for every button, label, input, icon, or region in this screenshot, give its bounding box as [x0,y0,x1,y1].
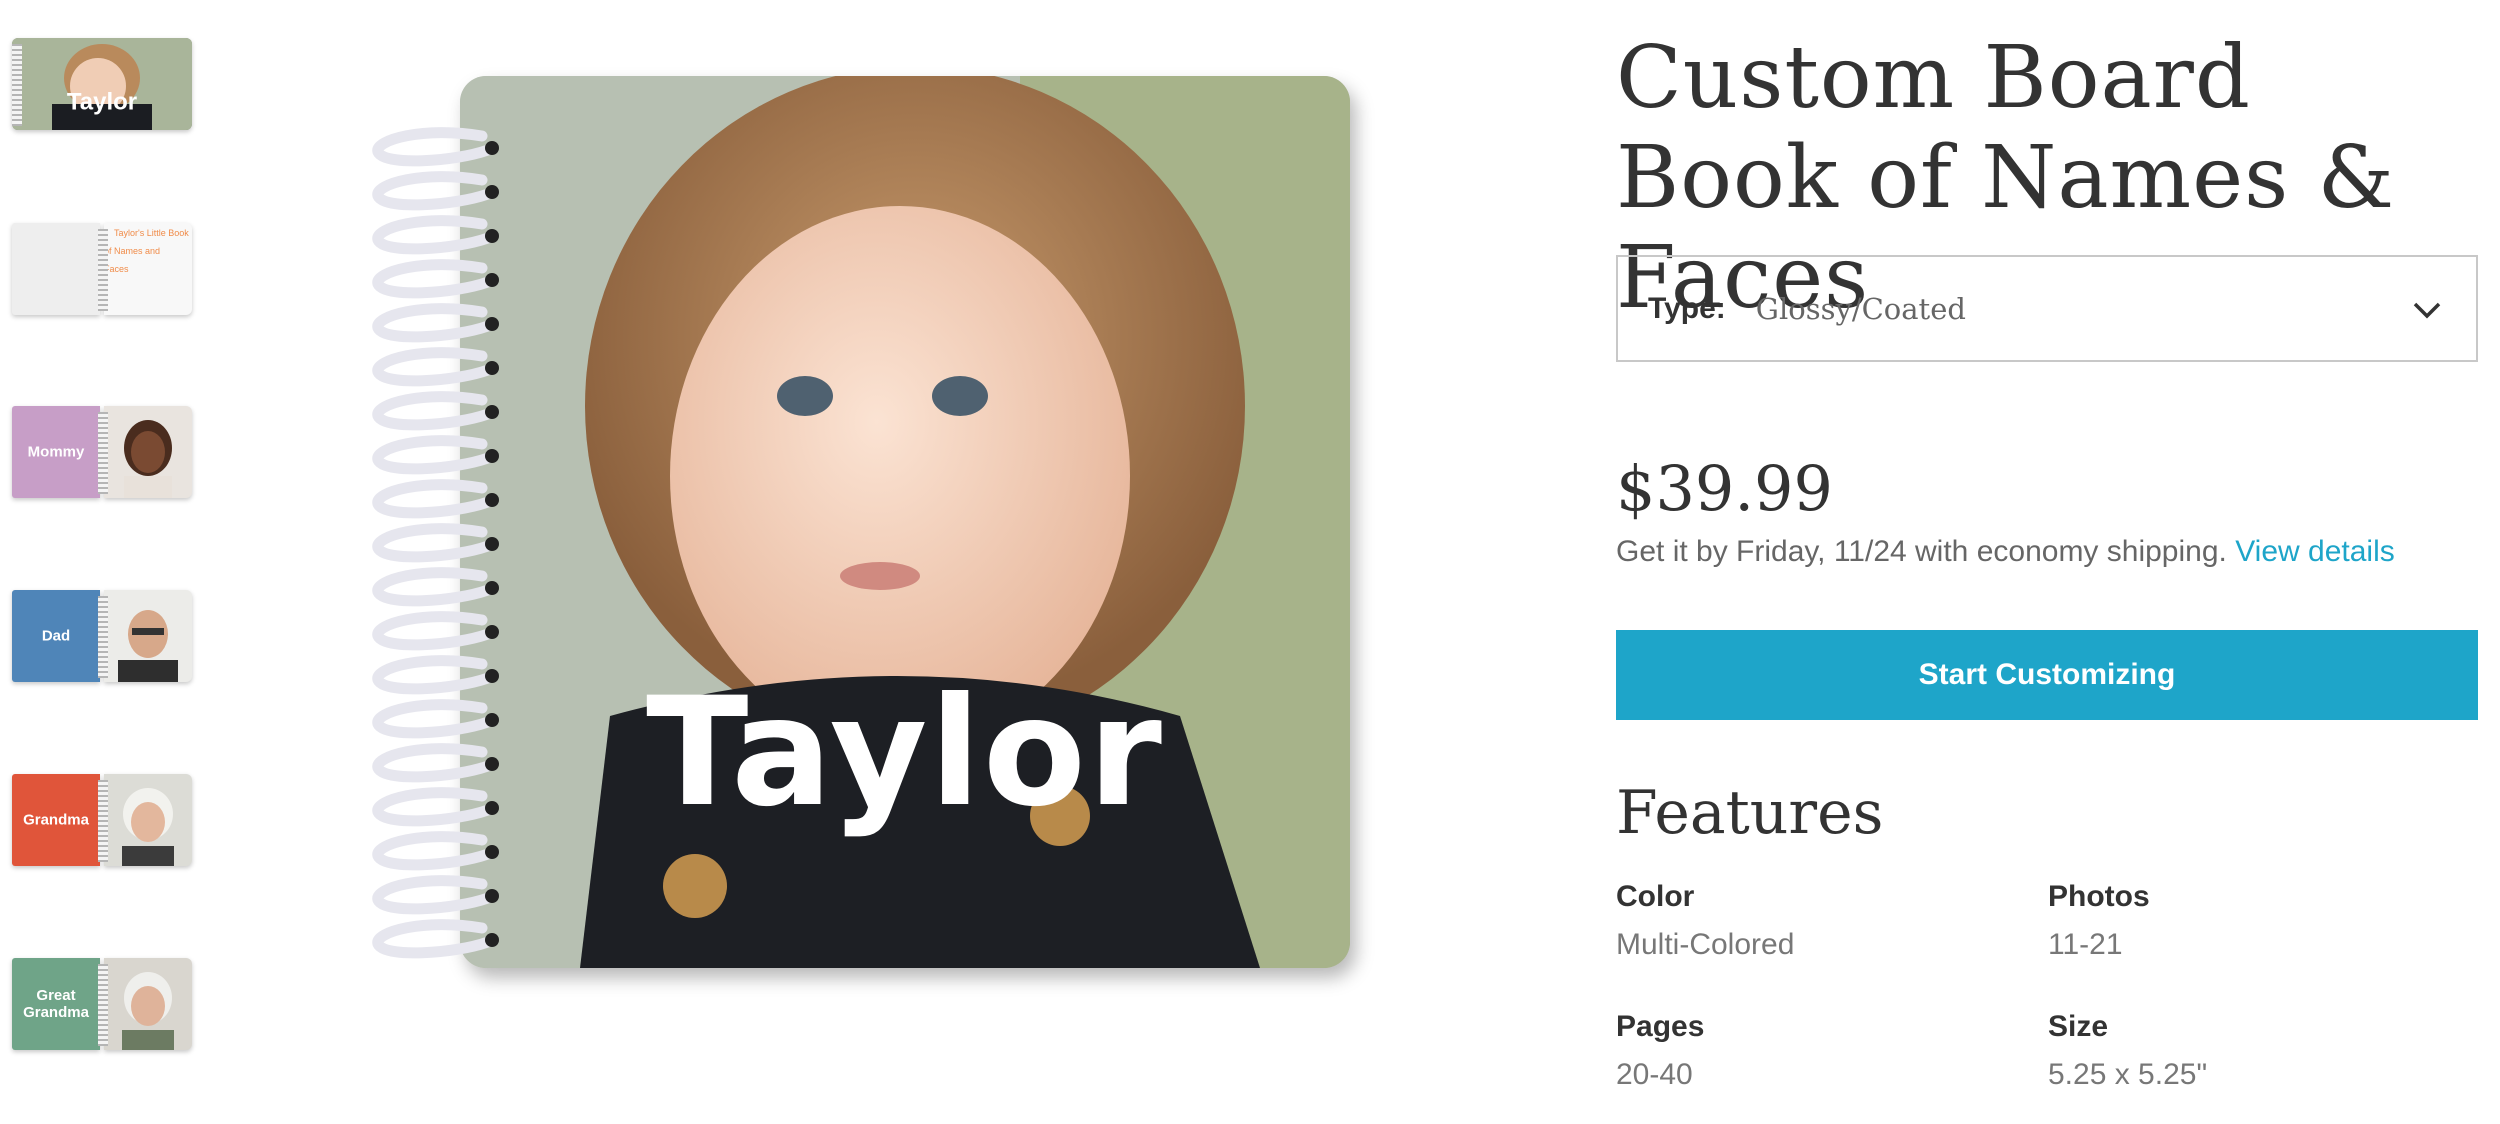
feature-color: Color Multi-Colored [1616,880,2036,962]
spiral-loop [372,831,494,871]
blank-page [12,223,100,315]
type-dropdown[interactable]: Type: Glossy/Coated [1616,255,2478,362]
spiral-binding [98,964,108,1046]
feature-key: Size [2048,1010,2109,1043]
spiral-loop [372,391,494,431]
spiral-loop [372,171,494,211]
shipping-text: Get it by Friday, 11/24 with economy shi… [1616,535,2227,568]
feature-value: 20-40 [1616,1058,1693,1091]
spiral-binding [372,127,499,959]
feature-key: Pages [1616,1010,1705,1043]
feature-key: Photos [2048,880,2150,913]
great-grandma-photo [122,972,174,1050]
spiral-loop [372,479,494,519]
feature-key: Color [1616,880,1695,913]
binding-hole [485,141,499,155]
thumbnail-label: Dad [41,627,71,645]
binding-hole [485,185,499,199]
photo-page [104,406,192,498]
feature-value: 5.25 x 5.25" [2048,1058,2208,1091]
binding-hole [485,537,499,551]
thumbnail-mommy[interactable]: Mommy [12,406,197,501]
feature-value: Multi-Colored [1616,928,1795,961]
binding-hole [485,229,499,243]
feature-value: 11-21 [2048,928,2123,961]
chevron-down-icon [2413,302,2441,319]
spiral-loop [372,875,494,915]
binding-hole [485,493,499,507]
spiral-binding [98,780,108,862]
binding-hole [485,889,499,903]
grandma-photo [122,788,174,866]
thumbnail-label: Taylor [66,88,138,116]
spiral-loop [372,259,494,299]
type-label: Type: [1648,291,1726,325]
type-value: Glossy/Coated [1755,291,1966,326]
label-page: Grandma [12,774,100,866]
man-photo [118,610,178,682]
thumbnail-cover[interactable]: Taylor [12,38,197,133]
title-page-text: Taylor's Little Book of Names and Faces [104,228,189,274]
price: $39.99 [1616,452,1833,525]
spiral-binding [12,44,22,126]
spiral-loop [372,743,494,783]
cover-name: Taylor [646,666,1164,840]
spiral-binding [98,596,108,678]
binding-hole [485,449,499,463]
start-customizing-button[interactable]: Start Customizing [1616,630,2478,720]
thumbnail-dad[interactable]: Dad [12,590,197,685]
label-page: Dad [12,590,100,682]
spiral-loop [372,435,494,475]
thumbnail-grandma[interactable]: Grandma [12,774,197,869]
woman-photo [124,420,172,498]
binding-hole [485,713,499,727]
spiral-loop [372,347,494,387]
feature-photos: Photos 11-21 [2048,880,2468,962]
photo-page [104,958,192,1050]
thumbnail-great-grandma[interactable]: Great Grandma [12,958,197,1053]
binding-hole [485,361,499,375]
product-image: Taylor [364,76,1364,996]
spiral-loop [372,655,494,695]
spiral-loop [372,611,494,651]
feature-size: Size 5.25 x 5.25" [2048,1010,2468,1092]
binding-hole [485,273,499,287]
shipping-info: Get it by Friday, 11/24 with economy shi… [1616,535,2395,569]
binding-hole [485,669,499,683]
spiral-binding [98,229,108,311]
binding-hole [485,757,499,771]
spiral-loop [372,215,494,255]
feature-pages: Pages 20-40 [1616,1010,2036,1092]
title-page: Taylor's Little Book of Names and Faces [104,223,192,315]
binding-hole [485,933,499,947]
spiral-loop [372,699,494,739]
thumbnail-label: Great Grandma [23,987,89,1021]
thumbnail-image: Taylor [12,38,192,130]
spiral-loop [372,567,494,607]
features-heading: Features [1616,778,1884,848]
thumbnail-label: Mommy [27,443,85,461]
photo-page [104,590,192,682]
thumbnail-title-page[interactable]: Taylor's Little Book of Names and Faces [12,223,197,318]
label-page: Mommy [12,406,100,498]
binding-hole [485,317,499,331]
binding-hole [485,845,499,859]
spiral-loop [372,523,494,563]
child-photo [12,38,192,130]
binding-hole [485,581,499,595]
spiral-binding [98,412,108,494]
view-details-link[interactable]: View details [2235,535,2395,568]
spiral-loop [372,919,494,959]
spiral-loop [372,127,494,167]
binding-hole [485,625,499,639]
book-cover: Taylor [460,76,1350,968]
thumbnail-label: Grandma [23,811,89,829]
spiral-loop [372,303,494,343]
spiral-loop [372,787,494,827]
binding-hole [485,801,499,815]
label-page: Great Grandma [12,958,100,1050]
binding-hole [485,405,499,419]
photo-page [104,774,192,866]
